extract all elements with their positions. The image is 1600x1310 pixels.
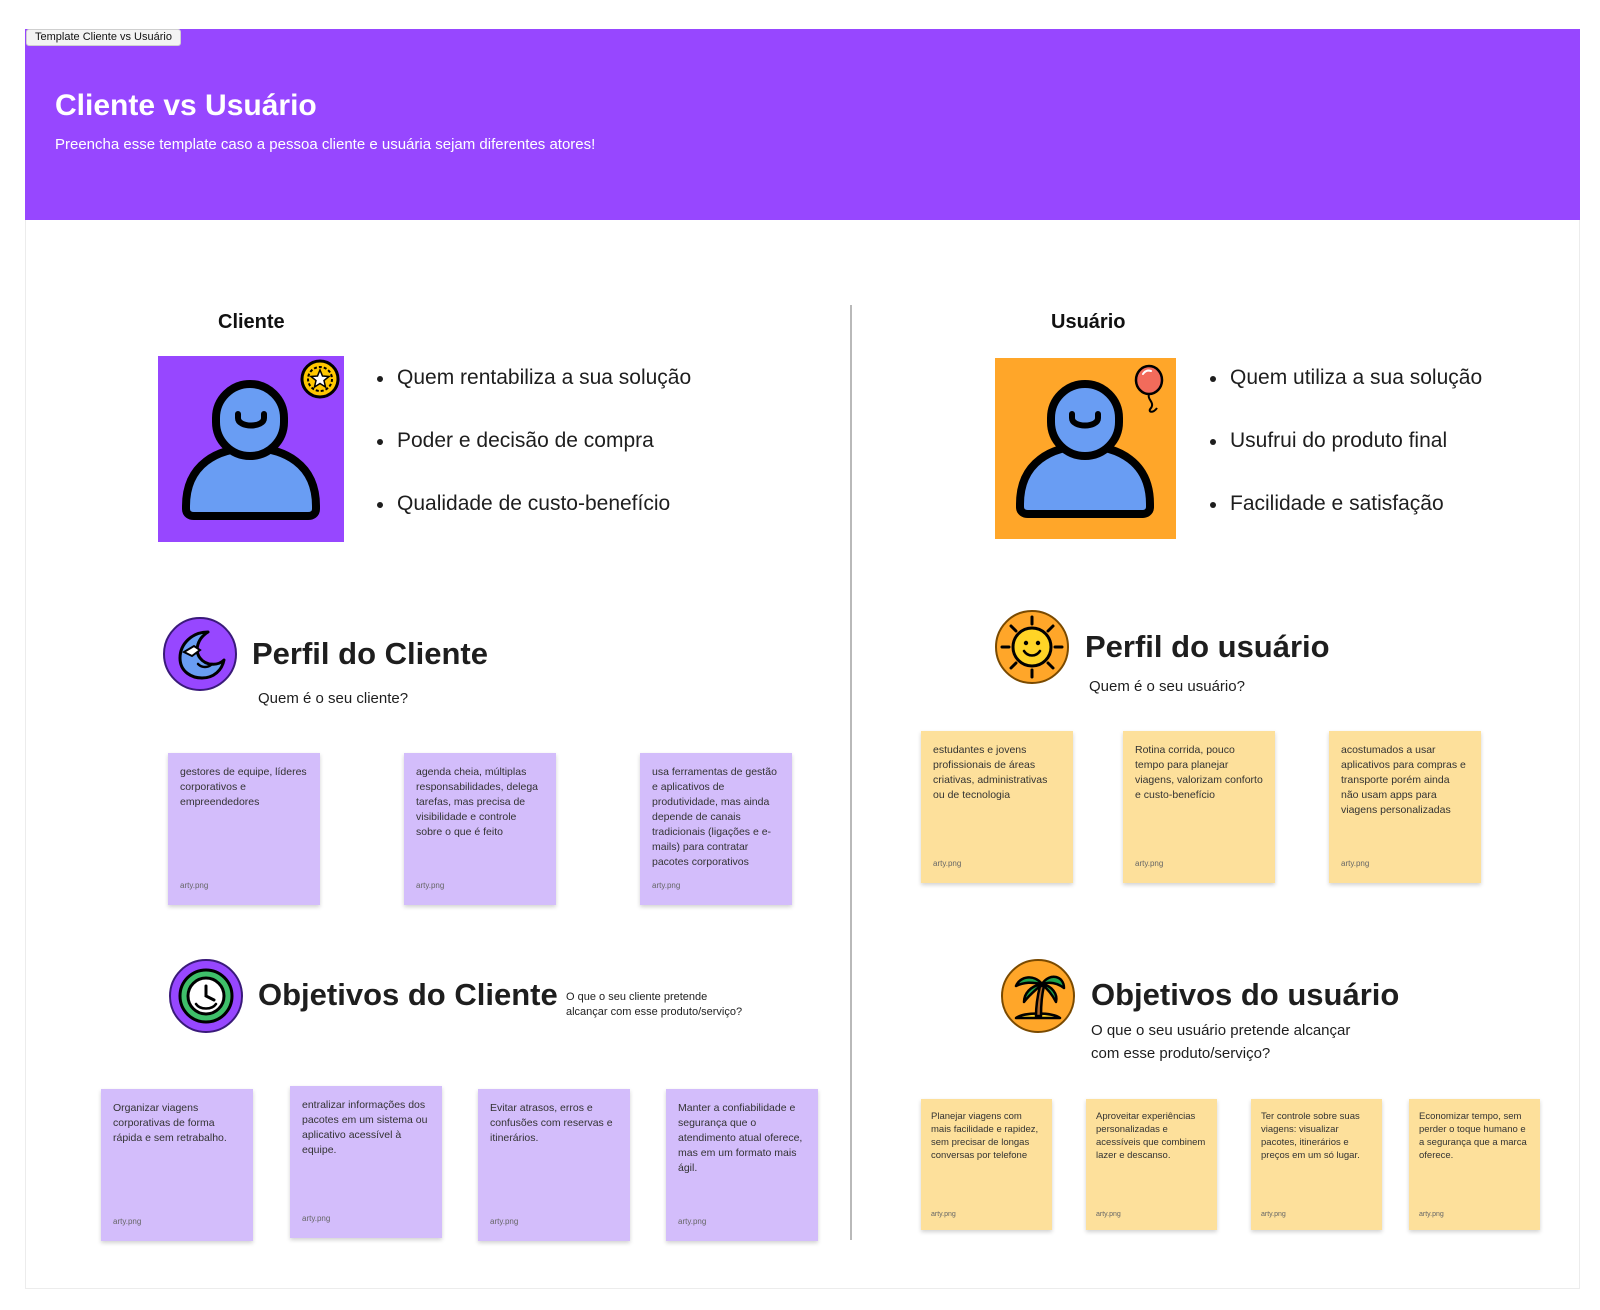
objetivos-usuario-question: O que o seu usuário pretende alcançar co… [1091,1019,1350,1065]
sticky-note[interactable]: Economizar tempo, sem perder o toque hum… [1409,1099,1540,1230]
cliente-bullets: Quem rentabiliza a sua solução Poder e d… [375,366,691,555]
sticky-author: arty.png [1096,1211,1121,1218]
objetivos-cliente-title: Objetivos do Cliente [258,977,558,1012]
sticky-text: Rotina corrida, pouco tempo para planeja… [1135,744,1263,801]
bullet-item: Quem utiliza a sua solução [1208,366,1482,429]
cliente-avatar-card[interactable] [158,356,344,542]
sticky-author: arty.png [490,1217,519,1226]
frame-tag[interactable]: Template Cliente vs Usuário [26,29,181,46]
sticky-note[interactable]: Evitar atrasos, erros e confusões com re… [478,1089,630,1241]
header-banner: Cliente vs Usuário Preencha esse templat… [25,29,1580,220]
perfil-usuario-title: Perfil do usuário [1085,629,1330,664]
sticky-note[interactable]: Manter a confiabilidade e segurança que … [666,1089,818,1241]
question-line: com esse produto/serviço? [1091,1045,1271,1062]
sticky-note[interactable]: estudantes e jovens profissionais de áre… [921,731,1073,883]
sticky-author: arty.png [180,881,209,890]
sticky-text: Evitar atrasos, erros e confusões com re… [490,1102,613,1144]
sticky-author: arty.png [678,1217,707,1226]
clock-icon [168,958,244,1034]
sticky-author: arty.png [113,1217,142,1226]
page-subtitle: Preencha esse template caso a pessoa cli… [55,136,596,153]
sticky-note[interactable]: Organizar viagens corporativas de forma … [101,1089,253,1241]
sticky-author: arty.png [652,881,681,890]
usuario-label: Usuário [1051,311,1126,333]
sticky-text: estudantes e jovens profissionais de áre… [933,744,1048,801]
sticky-text: gestores de equipe, líderes corporativos… [180,766,307,808]
sticky-text: Planejar viagens com mais facilidade e r… [931,1111,1039,1161]
sticky-text: Ter controle sobre suas viagens: visuali… [1261,1111,1360,1161]
sticky-text: Manter a confiabilidade e segurança que … [678,1102,803,1174]
sticky-note[interactable]: usa ferramentas de gestão e aplicativos … [640,753,792,905]
perfil-cliente-question: Quem é o seu cliente? [258,690,409,707]
cliente-label: Cliente [218,311,285,333]
sticky-note[interactable]: Ter controle sobre suas viagens: visuali… [1251,1099,1382,1230]
sticky-note[interactable]: Aproveitar experiências personalizadas e… [1086,1099,1217,1230]
star-coin-icon [300,359,340,399]
question-line: O que o seu usuário pretende alcançar [1091,1022,1351,1039]
bullet-item: Quem rentabiliza a sua solução [375,366,691,429]
sticky-text: agenda cheia, múltiplas responsabilidade… [416,766,539,838]
sticky-note[interactable]: agenda cheia, múltiplas responsabilidade… [404,753,556,905]
question-line: alcançar com esse produto/serviço? [566,1006,743,1018]
usuario-bullets: Quem utiliza a sua solução Usufrui do pr… [1208,366,1482,555]
sticky-text: Organizar viagens corporativas de forma … [113,1102,227,1144]
question-line: O que o seu cliente pretende [566,991,708,1003]
column-divider [850,305,852,1240]
sticky-author: arty.png [1261,1211,1286,1218]
sticky-author: arty.png [1419,1211,1444,1218]
bullet-item: Facilidade e satisfação [1208,492,1482,555]
sticky-note[interactable]: acostumados a usar aplicativos para comp… [1329,731,1481,883]
bullet-item: Poder e decisão de compra [375,429,691,492]
sticky-text: usa ferramentas de gestão e aplicativos … [652,766,777,868]
sticky-author: arty.png [302,1214,331,1223]
sticky-author: arty.png [933,859,962,868]
sticky-text: Aproveitar experiências personalizadas e… [1096,1111,1206,1161]
sticky-author: arty.png [931,1211,956,1218]
moon-icon [162,616,238,692]
sticky-note[interactable]: Rotina corrida, pouco tempo para planeja… [1123,731,1275,883]
bullet-item: Usufrui do produto final [1208,429,1482,492]
perfil-cliente-title: Perfil do Cliente [252,636,488,671]
page-title: Cliente vs Usuário [55,89,317,122]
sticky-author: arty.png [416,881,445,890]
objetivos-usuario-title: Objetivos do usuário [1091,977,1400,1012]
sticky-text: Economizar tempo, sem perder o toque hum… [1419,1111,1527,1161]
bullet-item: Qualidade de custo-benefício [375,492,691,555]
sticky-note[interactable]: Planejar viagens com mais facilidade e r… [921,1099,1052,1230]
sticky-note[interactable]: entralizar informações dos pacotes em um… [290,1086,442,1238]
palm-tree-icon [1000,958,1076,1034]
sun-icon [994,609,1070,685]
sticky-text: entralizar informações dos pacotes em um… [302,1099,428,1156]
objetivos-cliente-question: O que o seu cliente pretende alcançar co… [566,990,742,1020]
perfil-usuario-question: Quem é o seu usuário? [1089,678,1245,695]
sticky-author: arty.png [1135,859,1164,868]
sticky-author: arty.png [1341,859,1370,868]
usuario-avatar-card[interactable] [995,358,1176,539]
sticky-note[interactable]: gestores de equipe, líderes corporativos… [168,753,320,905]
sticky-text: acostumados a usar aplicativos para comp… [1341,744,1466,816]
